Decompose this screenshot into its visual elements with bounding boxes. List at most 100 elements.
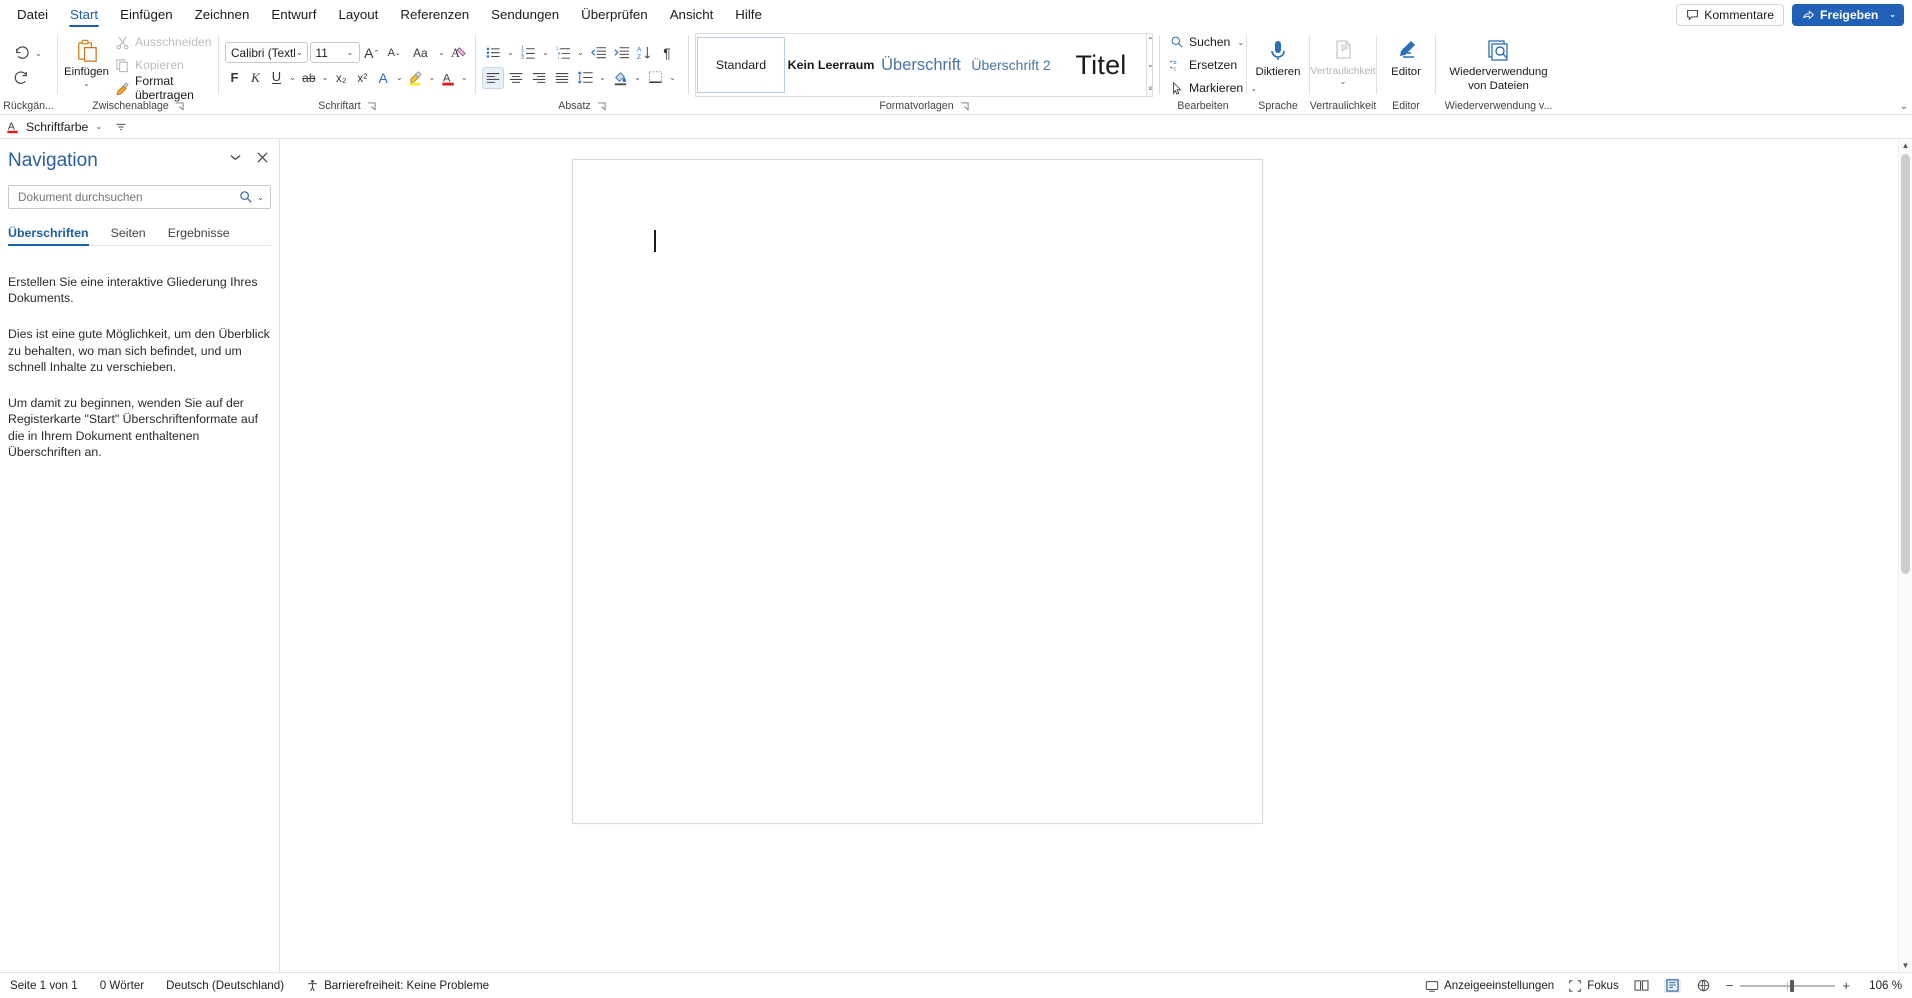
- paragraph-dialog-launcher-icon[interactable]: [597, 101, 606, 111]
- line-spacing-icon[interactable]: [574, 67, 596, 89]
- tab-referenzen[interactable]: Referenzen: [389, 0, 480, 29]
- borders-dropdown-icon[interactable]: ⌄: [667, 73, 678, 82]
- display-settings-button[interactable]: Anzeigeeinstellungen: [1425, 979, 1554, 993]
- search-input[interactable]: [16, 189, 239, 205]
- style-ueberschrift[interactable]: Überschrift: [877, 37, 965, 93]
- nav-tab-ueberschriften[interactable]: Überschriften: [8, 226, 89, 246]
- tab-layout[interactable]: Layout: [327, 0, 389, 29]
- zoom-slider[interactable]: − +: [1726, 978, 1850, 993]
- undo-dropdown-icon[interactable]: ⌄: [33, 49, 44, 58]
- redo-icon[interactable]: [10, 66, 32, 88]
- numbering-dropdown-icon[interactable]: ⌄: [540, 48, 551, 57]
- font-name-combo[interactable]: Calibri (Textkörp ⌄: [225, 42, 308, 63]
- chevron-down-icon[interactable]: [229, 151, 242, 164]
- underline-dropdown-icon[interactable]: ⌄: [288, 73, 297, 82]
- print-layout-button[interactable]: [1663, 978, 1681, 993]
- format-painter-button[interactable]: Format übertragen: [111, 74, 216, 102]
- style-kein-leerraum[interactable]: Kein Leerraum: [787, 37, 875, 93]
- gallery-scroll-up-icon[interactable]: ⌃: [1147, 36, 1152, 47]
- scroll-down-icon[interactable]: ▼: [1902, 959, 1910, 972]
- search-icon[interactable]: [239, 190, 253, 204]
- multilevel-dropdown-icon[interactable]: ⌄: [575, 48, 586, 57]
- justify-icon[interactable]: [551, 67, 573, 89]
- change-case-dropdown-icon[interactable]: ⌄: [436, 48, 446, 57]
- ribbon-collapse-icon[interactable]: ⌄: [1900, 101, 1908, 112]
- nav-tab-ergebnisse[interactable]: Ergebnisse: [168, 226, 230, 245]
- grow-font-icon[interactable]: A ⌃: [362, 42, 382, 64]
- focus-button[interactable]: Fokus: [1568, 979, 1619, 993]
- scrollbar-thumb[interactable]: [1901, 154, 1910, 574]
- chevron-down-icon[interactable]: ⌄: [1889, 10, 1896, 19]
- vertical-scrollbar[interactable]: ▲ ▼: [1898, 139, 1912, 972]
- search-dropdown-icon[interactable]: ⌄: [255, 193, 266, 202]
- subscript-button[interactable]: x₂: [332, 67, 351, 89]
- change-case-icon[interactable]: Aa: [406, 42, 434, 64]
- font-color-dropdown-icon[interactable]: ⌄: [93, 122, 104, 131]
- share-button[interactable]: Freigeben ⌄: [1792, 3, 1904, 26]
- sort-icon[interactable]: AZ: [633, 42, 655, 64]
- style-standard[interactable]: Standard: [697, 37, 785, 93]
- close-icon[interactable]: [256, 151, 269, 164]
- overflow-button[interactable]: [114, 120, 128, 134]
- styles-dialog-launcher-icon[interactable]: [960, 101, 969, 111]
- reuse-files-button[interactable]: Wiederverwendung von Dateien: [1442, 33, 1555, 97]
- read-mode-button[interactable]: [1633, 978, 1650, 993]
- line-spacing-dropdown-icon[interactable]: ⌄: [597, 73, 608, 82]
- zoom-thumb[interactable]: [1790, 979, 1795, 992]
- sensitivity-dropdown-icon[interactable]: ⌄: [1338, 78, 1349, 87]
- shading-icon[interactable]: [609, 67, 631, 89]
- word-count[interactable]: 0 Wörter: [100, 979, 144, 992]
- page-indicator[interactable]: Seite 1 von 1: [10, 979, 78, 992]
- comments-button[interactable]: Kommentare: [1676, 3, 1785, 26]
- italic-button[interactable]: K: [246, 67, 265, 89]
- bold-button[interactable]: F: [225, 67, 244, 89]
- gallery-more-icon[interactable]: ⌅: [1147, 83, 1152, 94]
- chevron-down-icon[interactable]: ⌄: [345, 48, 356, 57]
- strikethrough-button[interactable]: ab: [299, 67, 318, 89]
- navigation-search-box[interactable]: ⌄: [8, 185, 271, 209]
- clear-formatting-icon[interactable]: A: [449, 42, 469, 64]
- tab-zeichnen[interactable]: Zeichnen: [184, 0, 261, 29]
- tab-ansicht[interactable]: Ansicht: [659, 0, 725, 29]
- tab-entwurf[interactable]: Entwurf: [260, 0, 327, 29]
- font-color-icon[interactable]: A: [439, 67, 458, 89]
- document-canvas[interactable]: ▲ ▼: [280, 139, 1912, 972]
- gallery-scroll-down-icon[interactable]: ⌄: [1147, 60, 1152, 71]
- underline-button[interactable]: U: [267, 67, 286, 89]
- paste-dropdown-icon[interactable]: ⌄: [81, 79, 92, 89]
- tab-hilfe[interactable]: Hilfe: [724, 0, 773, 29]
- bullets-icon[interactable]: [482, 42, 504, 64]
- shrink-font-icon[interactable]: A ⌄: [384, 42, 404, 64]
- find-dropdown-icon[interactable]: ⌄: [1235, 38, 1246, 47]
- language-indicator[interactable]: Deutsch (Deutschland): [166, 979, 284, 992]
- tab-start[interactable]: Start: [59, 0, 109, 29]
- highlight-dropdown-icon[interactable]: ⌄: [427, 73, 436, 82]
- zoom-out-button[interactable]: −: [1726, 978, 1734, 993]
- tab-datei[interactable]: Datei: [6, 0, 59, 29]
- font-size-combo[interactable]: 11 ⌄: [309, 42, 360, 63]
- chevron-down-icon[interactable]: ⌄: [295, 48, 303, 57]
- style-ueberschrift-2[interactable]: Überschrift 2: [967, 37, 1055, 93]
- bullets-dropdown-icon[interactable]: ⌄: [505, 48, 516, 57]
- document-page[interactable]: [572, 159, 1263, 824]
- undo-icon[interactable]: [10, 42, 32, 64]
- copy-button[interactable]: Kopieren: [111, 54, 216, 76]
- show-formatting-marks-icon[interactable]: ¶: [656, 42, 678, 64]
- styles-gallery-scrollbar[interactable]: ⌃ ⌄ ⌅: [1146, 34, 1152, 96]
- text-effects-dropdown-icon[interactable]: ⌄: [395, 73, 404, 82]
- zoom-in-button[interactable]: +: [1842, 978, 1850, 993]
- font-color-dropdown-icon[interactable]: ⌄: [460, 73, 469, 82]
- shading-dropdown-icon[interactable]: ⌄: [632, 73, 643, 82]
- tab-ueberpruefen[interactable]: Überprüfen: [570, 0, 659, 29]
- styles-gallery[interactable]: Standard Kein Leerraum Überschrift Übers…: [695, 33, 1153, 97]
- font-dialog-launcher-icon[interactable]: [367, 101, 376, 111]
- sensitivity-button[interactable]: Vertraulichkeit ⌄: [1310, 33, 1376, 97]
- editor-button[interactable]: Editor: [1383, 33, 1429, 97]
- decrease-indent-icon[interactable]: [587, 42, 609, 64]
- align-right-icon[interactable]: [528, 67, 550, 89]
- clipboard-dialog-launcher-icon[interactable]: [175, 101, 184, 111]
- highlight-color-icon[interactable]: [406, 67, 425, 89]
- dictate-button[interactable]: Diktieren: [1253, 33, 1303, 97]
- web-layout-button[interactable]: [1695, 978, 1712, 993]
- increase-indent-icon[interactable]: [610, 42, 632, 64]
